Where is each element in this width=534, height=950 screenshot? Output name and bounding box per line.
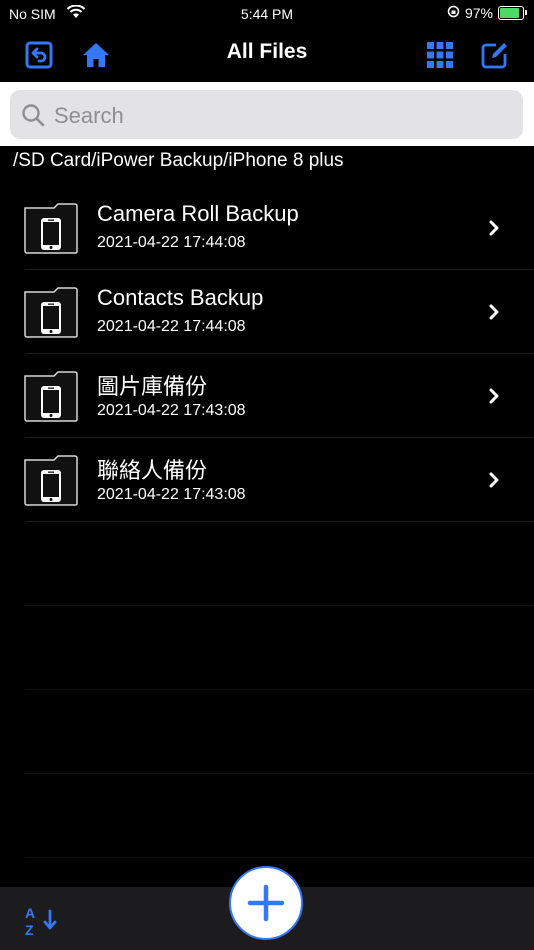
file-name: 圖片庫備份 bbox=[97, 374, 208, 399]
list-item[interactable]: 圖片庫備份 2021-04-22 17:43:08 bbox=[0, 354, 534, 438]
edit-button[interactable] bbox=[480, 40, 510, 70]
phone-folder-icon bbox=[24, 454, 78, 511]
add-button[interactable] bbox=[229, 866, 303, 940]
orientation-lock-icon bbox=[447, 5, 460, 21]
file-name: 聯絡人備份 bbox=[97, 458, 208, 483]
file-date: 2021-04-22 17:43:08 bbox=[97, 486, 246, 503]
empty-row bbox=[0, 774, 534, 858]
edit-icon bbox=[481, 43, 507, 69]
chevron-right-icon bbox=[487, 219, 501, 242]
sort-az-icon: A Z bbox=[25, 905, 57, 938]
search-bar bbox=[0, 82, 534, 146]
status-bar: No SIM 5:44 PM 97% bbox=[0, 0, 534, 28]
file-name: Contacts Backup bbox=[97, 285, 264, 310]
phone-folder-icon bbox=[24, 202, 78, 259]
navigation-bar: All Files bbox=[0, 28, 534, 82]
grid-view-icon bbox=[427, 42, 453, 68]
empty-row bbox=[0, 606, 534, 690]
file-list: Camera Roll Backup 2021-04-22 17:44:08 C… bbox=[0, 186, 534, 858]
phone-folder-icon bbox=[24, 286, 78, 343]
empty-row bbox=[0, 522, 534, 606]
empty-row bbox=[0, 690, 534, 774]
phone-folder-icon bbox=[24, 370, 78, 427]
search-input[interactable] bbox=[52, 90, 516, 141]
search-icon bbox=[21, 103, 45, 132]
grid-view-button[interactable] bbox=[425, 40, 455, 70]
file-date: 2021-04-22 17:44:08 bbox=[97, 234, 246, 251]
search-field[interactable] bbox=[10, 90, 523, 141]
svg-text:A: A bbox=[25, 905, 35, 921]
list-item[interactable]: Contacts Backup 2021-04-22 17:44:08 bbox=[0, 270, 534, 354]
sort-button[interactable]: A Z bbox=[24, 905, 62, 944]
current-path: /SD Card/iPower Backup/iPhone 8 plus bbox=[13, 150, 344, 171]
file-date: 2021-04-22 17:43:08 bbox=[97, 402, 246, 419]
plus-icon bbox=[247, 884, 285, 922]
chevron-right-icon bbox=[487, 387, 501, 410]
list-item[interactable]: Camera Roll Backup 2021-04-22 17:44:08 bbox=[0, 186, 534, 270]
battery-icon bbox=[498, 6, 527, 20]
chevron-right-icon bbox=[487, 303, 501, 326]
chevron-right-icon bbox=[487, 471, 501, 494]
svg-text:Z: Z bbox=[25, 922, 34, 938]
file-name: Camera Roll Backup bbox=[97, 201, 299, 226]
list-item[interactable]: 聯絡人備份 2021-04-22 17:43:08 bbox=[0, 438, 534, 522]
file-date: 2021-04-22 17:44:08 bbox=[97, 318, 246, 335]
battery-percent: 97% bbox=[464, 5, 493, 21]
